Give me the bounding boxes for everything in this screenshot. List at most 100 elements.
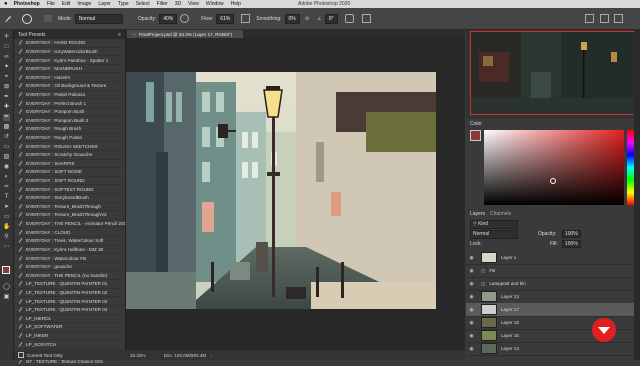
angle-input[interactable]: 0° [324, 13, 338, 24]
preset-item[interactable]: EVERYDAY : Pompom Bush 2 [14, 116, 125, 126]
preset-item[interactable]: EVERYDAY : SHARPIE [14, 160, 125, 169]
preset-item[interactable]: EVERYDAY : ROUGH SKETCHER [14, 142, 125, 151]
preset-item[interactable]: EVERYDAY : Trees, WaterColour Soft [14, 237, 125, 246]
brush-settings-icon[interactable] [44, 15, 52, 22]
preset-item[interactable]: LP_TEXTURE : QUENTIN PAINTER 02 [14, 289, 125, 298]
gear-icon[interactable]: ⚙ [305, 16, 309, 22]
menu-edit[interactable]: Edit [62, 1, 71, 7]
preset-item[interactable]: EVERYDAY : Rough Brush [14, 125, 125, 134]
brush-tool-icon[interactable]: ✒ [3, 114, 10, 121]
workspace-icon[interactable] [600, 14, 609, 23]
preset-item[interactable]: EVERYDAY : Hazelrir [14, 73, 125, 83]
preset-item[interactable]: EVERYDAY : SOFT NOISE [14, 168, 125, 177]
frame-tool-icon[interactable]: ⊠ [3, 84, 10, 91]
eyedropper-tool-icon[interactable]: ✒ [3, 94, 10, 101]
preset-item[interactable]: EVERYDAY : Pompom Bush [14, 108, 125, 117]
shape-tool-icon[interactable]: ▭ [3, 214, 10, 221]
fill-input[interactable]: 100% [562, 240, 581, 248]
menu-filter[interactable]: Filter [157, 1, 168, 7]
preset-item[interactable]: EVERYDAY : HARD ROUND [14, 39, 125, 48]
preset-item[interactable]: EVERYDAY : Scratchy Gouache [14, 151, 125, 160]
tool-presets-title[interactable]: Tool Presets [18, 32, 46, 38]
layer-row[interactable]: ◉ Layer 1 [466, 251, 634, 265]
menu-3d[interactable]: 3D [175, 1, 181, 7]
preset-item[interactable]: EVERYDAY : SOFTEST ROUND [14, 185, 125, 194]
layer-row[interactable]: ◉ ◫ FB [466, 264, 634, 278]
crop-tool-icon[interactable]: ⌖ [3, 74, 10, 81]
zoom-tool-icon[interactable]: ⚲ [3, 234, 10, 241]
preset-item[interactable]: EVERYDAY : Pastel Palooza [14, 91, 125, 100]
chevron-right-icon[interactable]: › [210, 353, 212, 358]
healing-tool-icon[interactable]: ✚ [3, 104, 10, 111]
preset-item[interactable]: LP_INKROL [14, 315, 125, 324]
preset-item[interactable]: EVERYDAY : Kyle's Halftone - MIZ 30 [14, 246, 125, 255]
panel-menu-icon[interactable]: ≡ [118, 32, 121, 38]
color-field[interactable] [484, 130, 624, 205]
preset-item[interactable]: EVERYDAY : SOFT ROUND [14, 177, 125, 186]
preset-item[interactable]: EVERYDAY : gouache [14, 263, 125, 272]
layer-row[interactable]: ◉ Layer 14 [466, 342, 634, 356]
preset-item[interactable]: LP_TEXTURE : QUENTIN PAINTER 01 [14, 280, 125, 289]
preset-item[interactable]: EVERYDAY : Rough Pastel [14, 134, 125, 143]
menu-layer[interactable]: Layer [98, 1, 111, 7]
quick-select-tool-icon[interactable]: ✦ [3, 64, 10, 71]
menu-photoshop[interactable]: Photoshop [14, 1, 40, 7]
layer-opacity-input[interactable]: 100% [562, 230, 581, 238]
gradient-tool-icon[interactable]: ▧ [3, 154, 10, 161]
color-picker-cursor[interactable] [550, 178, 556, 184]
stamp-tool-icon[interactable]: ▩ [3, 124, 10, 131]
blur-tool-icon[interactable]: ◉ [3, 164, 10, 171]
preset-item[interactable]: EVERYDAY : THE PENCIL (no transfer) [14, 271, 125, 281]
layer-filter-dropdown[interactable]: ⚲ Kind [470, 220, 518, 229]
preset-item[interactable]: EVERYDAY : Texture_BrushThroughV2 [14, 211, 125, 220]
move-tool-icon[interactable]: ✛ [3, 34, 10, 41]
navigator-thumbnail[interactable] [470, 31, 635, 115]
opacity-input[interactable]: 40% [159, 13, 178, 24]
layer-row[interactable]: ◉ Layer 13 [466, 290, 634, 304]
tab-channels[interactable]: Channels [490, 211, 511, 217]
pressure-opacity-icon[interactable] [180, 14, 190, 23]
visibility-eye-icon[interactable]: ◉ [468, 333, 475, 339]
menu-file[interactable]: File [47, 1, 55, 7]
hand-tool-icon[interactable]: ✋ [3, 224, 10, 231]
close-icon[interactable]: × [133, 32, 136, 37]
mode-dropdown[interactable]: Normal [74, 13, 123, 24]
layer-row[interactable]: ◉ ◫ Lamppost and bin [466, 277, 634, 291]
preset-item[interactable]: EVERYDAY : Oil Background & Texture [14, 82, 125, 91]
eraser-tool-icon[interactable]: ▭ [3, 144, 10, 151]
visibility-eye-icon[interactable]: ◉ [468, 268, 475, 274]
preset-item[interactable]: EVERYDAY : IcicyWatercolorBrush [14, 48, 125, 57]
preset-item[interactable]: EVERYDAY : CLOUD [14, 228, 125, 238]
more-tools-icon[interactable]: ⋯ [3, 244, 10, 251]
blend-mode-dropdown[interactable]: Normal [470, 230, 518, 239]
preset-item[interactable]: EVERYDAY : Watercolour FB [14, 254, 125, 263]
layer-row-selected[interactable]: ◉ Layer 17 [466, 303, 634, 317]
symmetry-icon[interactable] [361, 14, 371, 23]
preset-item[interactable]: EVERYDAY : Texture_BrushThrough [14, 203, 125, 212]
brush-tool-icon[interactable] [4, 15, 12, 23]
marquee-tool-icon[interactable]: □ [3, 44, 10, 51]
preset-item[interactable]: LP_TEXTURE : QUENTIN PAINTER 04 [14, 306, 125, 315]
brush-preset-picker[interactable] [22, 13, 32, 24]
dodge-tool-icon[interactable]: ◐ [3, 174, 10, 181]
type-tool-icon[interactable]: T [3, 194, 10, 201]
preset-item[interactable]: LP_SOFTWATER [14, 323, 125, 332]
preset-item[interactable]: LP_TEXTURE : QUENTIN PAINTER 03 [14, 297, 125, 306]
foreground-color-swatch[interactable] [2, 266, 10, 274]
preset-item[interactable]: EVERYDAY : Kyle's Paintbox - Spatter 1 [14, 56, 125, 65]
pen-tool-icon[interactable]: ✑ [3, 184, 10, 191]
visibility-eye-icon[interactable]: ◉ [468, 294, 475, 300]
share-icon[interactable] [614, 14, 623, 23]
menu-image[interactable]: Image [77, 1, 91, 7]
preset-item[interactable]: EVERYDAY : MAINBRUSH [14, 65, 125, 74]
lasso-tool-icon[interactable]: ∞ [3, 54, 10, 61]
pressure-size-icon[interactable] [344, 14, 354, 23]
canvas-painting[interactable] [126, 72, 436, 309]
apple-icon[interactable]: ● [4, 1, 8, 7]
flow-input[interactable]: 61% [216, 13, 235, 24]
search-icon[interactable] [585, 14, 594, 23]
current-tool-only-checkbox[interactable] [18, 352, 24, 358]
path-select-tool-icon[interactable]: ➤ [3, 204, 10, 211]
preset-item[interactable]: LP_SCRATCH [14, 340, 125, 349]
visibility-eye-icon[interactable]: ◉ [468, 255, 475, 261]
